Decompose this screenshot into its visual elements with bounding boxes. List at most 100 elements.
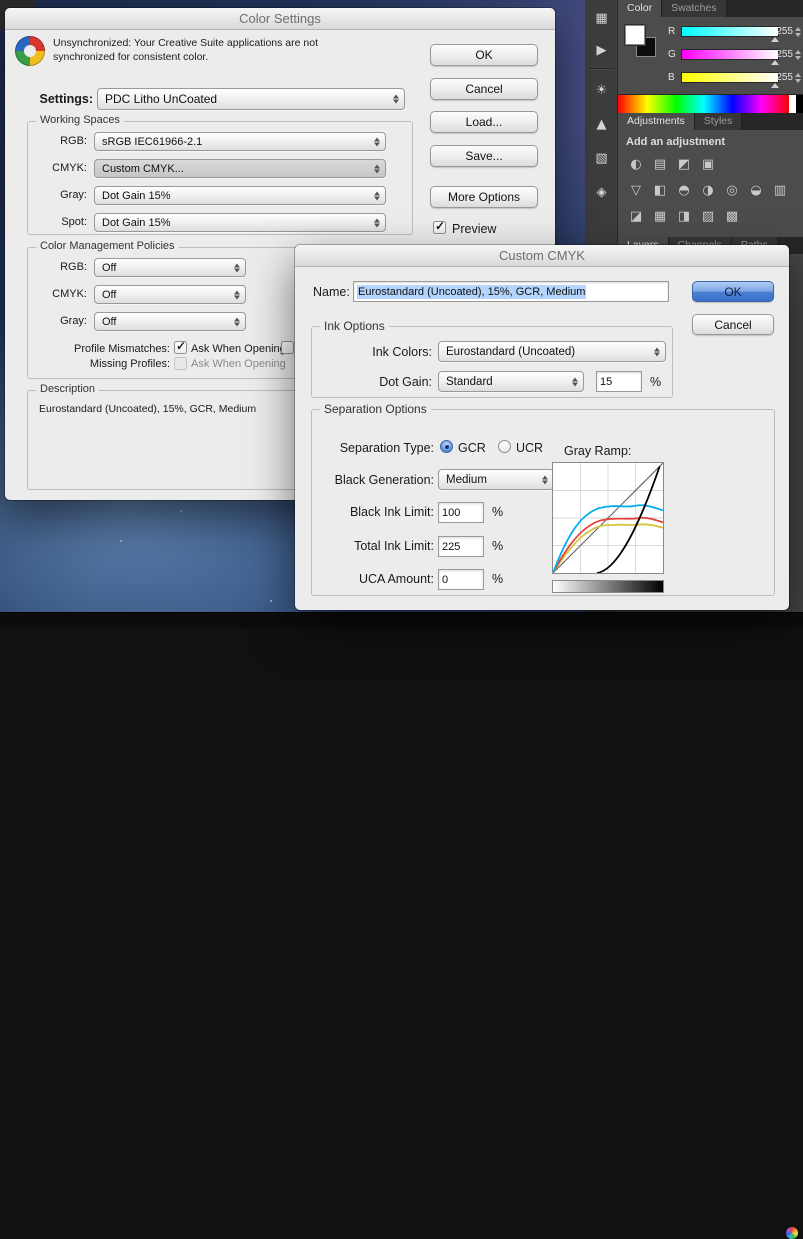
diamond-panel-icon[interactable]: ◈ [585,180,618,204]
tool-presets-panel-icon[interactable]: ▦ [585,6,618,30]
blue-slider-thumb[interactable] [771,83,779,88]
adj-selective-color-icon[interactable]: ▩ [720,206,744,226]
ucr-radio[interactable] [498,440,511,453]
name-input[interactable]: Eurostandard (Uncoated), 15%, GCR, Mediu… [353,281,669,302]
red-stepper[interactable] [795,27,801,37]
settings-dropdown[interactable]: PDC Litho UnCoated [97,88,405,110]
ws-gray-dropdown[interactable]: Dot Gain 15% [94,186,386,205]
red-slider-thumb[interactable] [771,37,779,42]
gray-ramp-curves [553,463,663,573]
spectrum-white-swatch[interactable] [789,95,796,113]
ws-cmyk-value: Custom CMYK... [102,163,184,175]
black-generation-label: Black Generation: [312,473,434,487]
screenshot-root: ▦ ▶ ☀ ▲ ▧ ◈ Color Swatches R 255 G [0,0,803,628]
color-settings-titlebar[interactable]: Color Settings [5,8,555,30]
adj-channel-mixer-icon[interactable]: ◒ [744,180,768,200]
adj-threshold-icon[interactable]: ◨ [672,206,696,226]
adjustments-panel-body: Add an adjustment ◐ ▤ ◩ ▣ ▽ ◧ ◓ ◑ ◎ ◒ ▥ … [618,130,803,237]
add-an-adjustment-label: Add an adjustment [626,136,725,148]
uca-amount-input[interactable]: 0 [438,569,484,590]
bottom-dock-bar [0,612,803,628]
adj-black-white-icon[interactable]: ◑ [696,180,720,200]
adj-posterize-icon[interactable]: ▦ [648,206,672,226]
load-button[interactable]: Load... [430,111,538,133]
ink-options-group: Ink Options Ink Colors: Eurostandard (Un… [311,326,673,398]
black-ink-limit-value: 100 [442,507,460,519]
adj-exposure-icon[interactable]: ▣ [696,154,720,174]
ws-rgb-dropdown[interactable]: sRGB IEC61966-2.1 [94,132,386,151]
total-ink-limit-input[interactable]: 225 [438,536,484,557]
dot-gain-dropdown[interactable]: Standard [438,371,584,392]
mountain-panel-icon[interactable]: ▲ [585,112,618,136]
tab-color[interactable]: Color [618,0,662,17]
custom-cmyk-dialog: Custom CMYK Name: Eurostandard (Uncoated… [295,245,789,610]
policies-legend: Color Management Policies [36,240,179,252]
ws-rgb-value: sRGB IEC61966-2.1 [102,136,202,148]
ink-colors-dropdown[interactable]: Eurostandard (Uncoated) [438,341,666,362]
uca-amount-label: UCA Amount: [312,572,434,586]
colorful-app-icon[interactable] [786,1227,798,1239]
save-button[interactable]: Save... [430,145,538,167]
blue-stepper[interactable] [795,73,801,83]
adj-color-balance-icon[interactable]: ◓ [672,180,696,200]
blue-slider-row: B 255 [618,70,803,86]
tab-adjustments[interactable]: Adjustments [618,113,695,130]
gray-ramp-gradient-bar [552,580,664,593]
color-panel-body: R 255 G 255 B 255 [618,17,803,94]
missing-ask-when-opening-checkbox[interactable] [174,357,187,370]
ws-cmyk-dropdown[interactable]: Custom CMYK... [94,159,386,178]
more-options-button[interactable]: More Options [430,186,538,208]
adj-brightness-contrast-icon[interactable]: ◐ [624,154,648,174]
custom-cmyk-titlebar[interactable]: Custom CMYK [295,245,789,267]
spectrum-gradient[interactable] [618,95,789,113]
adjustment-icons-row-3: ◪ ▦ ◨ ▨ ▩ [624,206,744,226]
red-value[interactable]: 255 [769,26,793,37]
red-slider[interactable] [681,26,779,37]
green-slider[interactable] [681,49,779,60]
adj-photo-filter-icon[interactable]: ◎ [720,180,744,200]
preview-checkbox[interactable] [433,221,446,234]
green-stepper[interactable] [795,50,801,60]
green-value[interactable]: 255 [769,49,793,60]
tab-swatches[interactable]: Swatches [662,0,727,17]
gradient-panel-icon[interactable]: ▧ [585,146,618,170]
cancel-button[interactable]: Cancel [692,314,774,335]
ws-spot-value: Dot Gain 15% [102,217,170,229]
adjustment-icons-row-1: ◐ ▤ ◩ ▣ [624,154,720,174]
blue-slider[interactable] [681,72,779,83]
ws-spot-dropdown[interactable]: Dot Gain 15% [94,213,386,232]
actions-play-panel-icon[interactable]: ▶ [585,38,618,62]
sync-warning-line1: Unsynchronized: Your Creative Suite appl… [53,37,383,51]
ws-gray-value: Dot Gain 15% [102,190,170,202]
dot-gain-percent: % [650,375,661,389]
ok-button[interactable]: OK [692,281,774,302]
green-slider-thumb[interactable] [771,60,779,65]
blue-value[interactable]: 255 [769,72,793,83]
dot-gain-type: Standard [446,376,493,388]
missing-ask-when-opening-label: Ask When Opening [191,358,286,370]
adj-invert-icon[interactable]: ◪ [624,206,648,226]
adj-vibrance-icon[interactable]: ▽ [624,180,648,200]
policy-cmyk-dropdown[interactable]: Off [94,285,246,304]
ask-when-opening-label: Ask When Opening [191,343,286,355]
ws-spot-label: Spot: [32,216,87,228]
brightness-panel-icon[interactable]: ☀ [585,78,618,102]
adj-hue-saturation-icon[interactable]: ◧ [648,180,672,200]
ok-button[interactable]: OK [430,44,538,66]
ask-when-opening-checkbox[interactable] [174,341,187,354]
cancel-button[interactable]: Cancel [430,78,538,100]
spectrum-black-swatch[interactable] [796,95,803,113]
black-ink-limit-input[interactable]: 100 [438,502,484,523]
adj-gradient-map-icon[interactable]: ▨ [696,206,720,226]
policy-rgb-dropdown[interactable]: Off [94,258,246,277]
policy-gray-dropdown[interactable]: Off [94,312,246,331]
gcr-radio[interactable] [440,440,453,453]
black-generation-dropdown[interactable]: Medium [438,469,554,490]
chevron-updown-icon [374,137,380,146]
ask-when-pasting-checkbox[interactable] [281,341,294,354]
adj-curves-icon[interactable]: ◩ [672,154,696,174]
dot-gain-input[interactable]: 15 [596,371,642,392]
tab-styles[interactable]: Styles [695,113,743,130]
adj-levels-icon[interactable]: ▤ [648,154,672,174]
adj-color-lookup-icon[interactable]: ▥ [768,180,792,200]
